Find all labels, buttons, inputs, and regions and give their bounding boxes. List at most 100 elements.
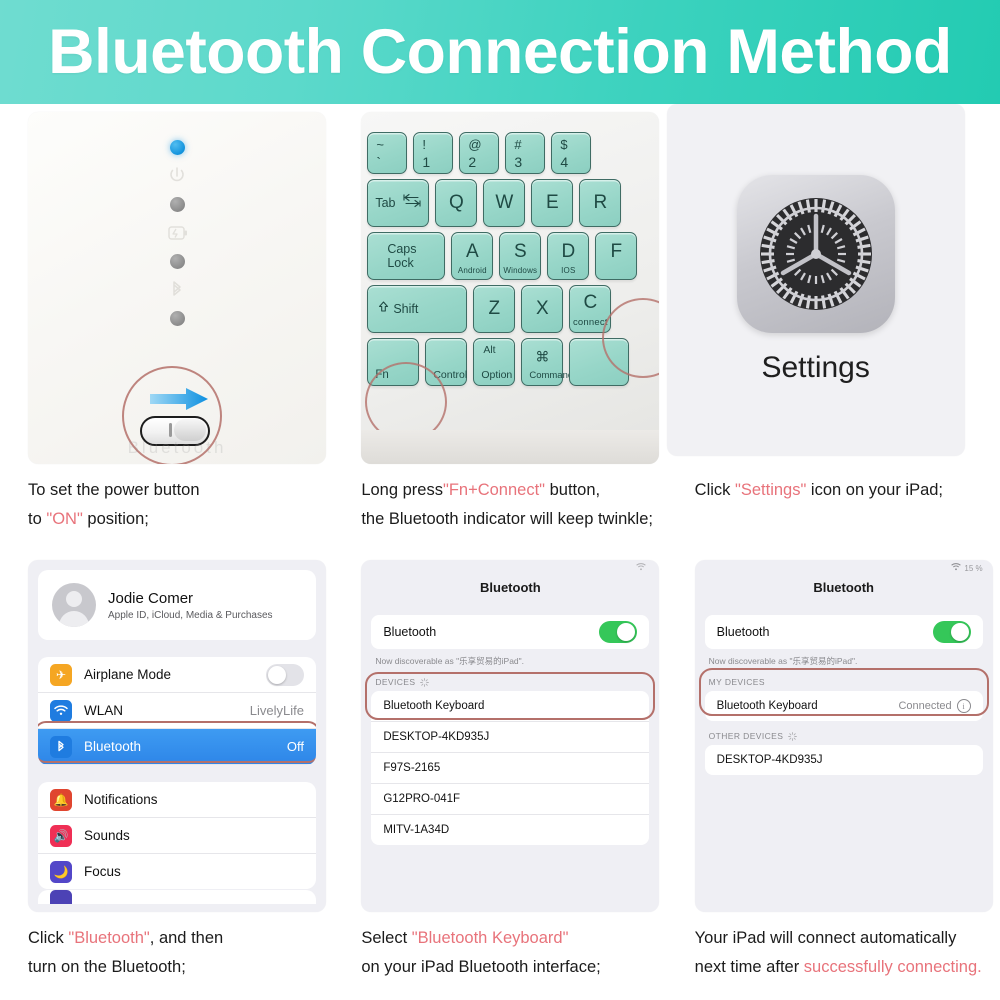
key-z[interactable]: Z (473, 285, 516, 333)
status-bar: 15 % (695, 560, 993, 576)
led-battery-indicator (169, 197, 185, 212)
moon-icon: 🌙 (50, 860, 72, 883)
brand-watermark: Bluetooth (127, 438, 227, 457)
row-label: Bluetooth (84, 739, 142, 754)
key-x[interactable]: X (521, 285, 564, 333)
sidebar-item-sounds[interactable]: 🔊 Sounds (38, 818, 316, 854)
key-tab[interactable]: Tab (367, 179, 430, 227)
caption-step-6: Your iPad will connect automatically nex… (694, 929, 982, 976)
row-label: Focus (84, 864, 121, 879)
bluetooth-toggle[interactable] (599, 621, 638, 643)
sidebar-item-notifications[interactable]: 🔔 Notifications (38, 782, 316, 818)
step-2: ~ ` ! 1 @2 #3 $4 Tab Q W E R Caps Lock A… (333, 104, 666, 552)
caption-step-5: Select "Bluetooth Keyboard" on your iPad… (361, 929, 601, 976)
key-s[interactable]: S Windows (499, 232, 542, 280)
battery-text: 15 % (964, 563, 983, 573)
wifi-icon (636, 563, 647, 573)
device-list: Bluetooth Keyboard DESKTOP-4KD935J F97S-… (371, 691, 650, 845)
toggle-knob (617, 623, 636, 641)
battery-icon (164, 221, 190, 245)
keyboard-base-edge (361, 430, 660, 464)
key-r[interactable]: R (579, 179, 622, 227)
key-a[interactable]: A Android (451, 232, 494, 280)
bluetooth-toggle-label: Bluetooth (383, 625, 437, 639)
panel-bluetooth-connected: 15 % Bluetooth Bluetooth Now discoverabl… (694, 560, 993, 912)
device-row[interactable]: F97S-2165 (371, 753, 650, 784)
caption-step-1: To set the power button to "ON" position… (28, 481, 200, 528)
wlan-value: LivelyLife (249, 703, 304, 718)
settings-group-system: 🔔 Notifications 🔊 Sounds 🌙 Focus (38, 782, 316, 889)
settings-group-connectivity: ✈ Airplane Mode WLAN LivelyLife Bluetoot… (38, 657, 316, 765)
key-e[interactable]: E (531, 179, 574, 227)
steps-grid: Bluetooth To set the power button to "ON… (0, 104, 1000, 1000)
toggle-knob (268, 665, 286, 684)
key-shift[interactable]: Shift (367, 285, 468, 333)
led-indicator-column (147, 140, 207, 326)
shift-arrow-icon (378, 300, 389, 318)
caption-step-2: Long press"Fn+Connect" button, the Bluet… (361, 481, 653, 528)
info-icon[interactable]: i (956, 699, 971, 713)
device-row[interactable]: DESKTOP-4KD935J (705, 745, 983, 775)
key-tilde[interactable]: ~ ` (367, 132, 408, 174)
device-row[interactable]: MITV-1A34D (371, 815, 649, 845)
account-row[interactable]: Jodie Comer Apple ID, iCloud, Media & Pu… (38, 570, 316, 640)
bluetooth-toggle-row[interactable]: Bluetooth (704, 615, 983, 649)
device-row-bluetooth-keyboard[interactable]: Bluetooth Keyboard Connected i (705, 691, 983, 721)
bluetooth-icon (164, 278, 190, 302)
airplane-toggle[interactable] (266, 663, 304, 686)
device-row[interactable]: G12PRO-041F (371, 784, 650, 815)
panel-bluetooth-scanning: Bluetooth Bluetooth Now discoverable as … (361, 560, 660, 912)
key-caps-lock[interactable]: Caps Lock (367, 232, 446, 280)
screen-title: Bluetooth (813, 580, 874, 595)
key-f[interactable]: F (595, 232, 638, 280)
key-q[interactable]: Q (435, 179, 478, 227)
row-label: WLAN (84, 703, 124, 718)
key-alt-option[interactable]: Alt Option (473, 338, 516, 386)
led-bluetooth-indicator (169, 140, 185, 155)
sidebar-item-wlan[interactable]: WLAN LivelyLife (38, 693, 316, 729)
step-5: Bluetooth Bluetooth Now discoverable as … (333, 552, 666, 1000)
screen-title: Bluetooth (480, 580, 541, 595)
led-power-indicator (169, 311, 185, 326)
row-label: Airplane Mode (84, 667, 172, 682)
key-d[interactable]: D IOS (547, 232, 590, 280)
speaker-icon: 🔊 (50, 824, 72, 847)
bluetooth-icon (50, 735, 72, 758)
account-name: Jodie Comer (108, 589, 194, 607)
discoverable-note: Now discoverable as "乐享贸易的iPad". (375, 656, 525, 666)
settings-label: Settings (761, 351, 870, 384)
caption-step-3: Click "Settings" icon on your iPad; (694, 481, 944, 499)
wifi-icon (50, 699, 72, 722)
wifi-icon (951, 563, 962, 573)
bluetooth-value: Off (286, 739, 304, 754)
loading-spinner-icon (788, 731, 798, 741)
section-header-my-devices: MY DEVICES (708, 677, 765, 687)
ios-settings-screen: Jodie Comer Apple ID, iCloud, Media & Pu… (28, 560, 326, 912)
device-row[interactable]: DESKTOP-4KD935J (371, 722, 650, 753)
keyboard-row-3: Caps Lock A Android S Windows D IOS F (363, 232, 659, 280)
key-3[interactable]: #3 (505, 132, 546, 174)
sidebar-item-bluetooth[interactable]: Bluetooth Off (38, 729, 316, 765)
key-1[interactable]: ! 1 (413, 132, 454, 174)
screen-time-icon (50, 890, 72, 904)
sidebar-item-partial[interactable] (38, 890, 316, 904)
key-command[interactable]: ⌘ Command (521, 338, 573, 386)
key-w[interactable]: W (483, 179, 526, 227)
status-bar (361, 560, 659, 576)
sidebar-item-airplane-mode[interactable]: ✈ Airplane Mode (38, 657, 316, 693)
gear-icon[interactable] (736, 175, 895, 333)
bluetooth-toggle[interactable] (932, 621, 971, 643)
step-1: Bluetooth To set the power button to "ON… (0, 104, 333, 552)
step-3: Settings Click "Settings" icon on your i… (666, 104, 1000, 552)
panel-power-switch: Bluetooth (28, 112, 326, 464)
keyboard-row-2: Tab Q W E R (363, 179, 659, 227)
discoverable-note: Now discoverable as "乐享贸易的iPad". (708, 656, 858, 666)
device-row-bluetooth-keyboard[interactable]: Bluetooth Keyboard (371, 691, 650, 722)
key-2[interactable]: @2 (459, 132, 500, 174)
sidebar-item-focus[interactable]: 🌙 Focus (38, 854, 316, 889)
account-subtitle: Apple ID, iCloud, Media & Purchases (108, 609, 273, 621)
row-label: Sounds (84, 828, 130, 843)
key-4[interactable]: $4 (551, 132, 592, 174)
panel-settings-icon: Settings (666, 104, 965, 456)
bluetooth-toggle-row[interactable]: Bluetooth (371, 615, 650, 649)
